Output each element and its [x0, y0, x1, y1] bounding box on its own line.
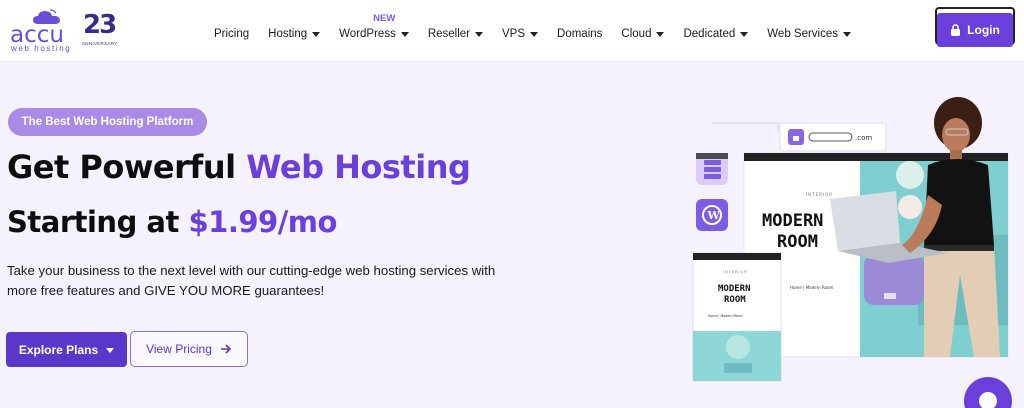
login-button-outline: Login: [935, 7, 1015, 47]
nav-item-reseller[interactable]: Reseller: [427, 28, 484, 40]
arrow-right-icon: [220, 344, 232, 354]
nav-item-cloud[interactable]: Cloud: [621, 28, 665, 40]
nav-label: Domains: [557, 28, 603, 40]
lock-icon: [951, 24, 961, 36]
hero-illustration: .com W INTERIOR MODERN ROOM Home | Moder…: [692, 97, 1009, 382]
site-title-line-1: MODERN: [762, 211, 823, 231]
nav-label: Hosting: [268, 28, 308, 40]
domain-suffix-text: .com: [855, 134, 872, 142]
caret-down-icon: [400, 32, 409, 37]
phone-breadcrumb: Home | Modern Room: [708, 314, 743, 318]
caret-down-icon: [740, 32, 749, 37]
nav-label: WordPress: [339, 28, 396, 40]
explore-plans-label: Explore Plans: [18, 342, 99, 357]
hero-subtitle: Starting at $1.99/mo: [7, 205, 337, 239]
caret-down-icon: [530, 32, 539, 37]
hero-subtitle-part: Starting at: [7, 205, 179, 239]
phone-title-line-2: ROOM: [724, 295, 746, 305]
caret-down-icon: [475, 32, 484, 37]
nav-label: Dedicated: [683, 28, 736, 40]
caret-down-icon: [312, 32, 321, 37]
logo[interactable]: accu web hosting 23 ANNIVERSARY: [8, 8, 120, 53]
hero-title: Get Powerful Web Hosting: [7, 148, 471, 186]
view-pricing-label: View Pricing: [146, 342, 212, 356]
site-small-label: INTERIOR: [806, 192, 833, 197]
phone-title-line-1: MODERN: [718, 284, 751, 294]
logo-subtitle: web hosting: [11, 44, 72, 53]
logo-anniversary-number: 23: [83, 10, 117, 40]
explore-plans-button[interactable]: Explore Plans: [6, 332, 127, 367]
site-header: accu web hosting 23 ANNIVERSARY Pricing …: [0, 0, 1024, 62]
caret-down-icon: [843, 32, 852, 37]
nav-item-hosting[interactable]: Hosting: [268, 28, 321, 40]
nav-label: VPS: [502, 28, 526, 40]
caret-down-icon: [656, 32, 665, 37]
svg-text:W: W: [707, 209, 721, 222]
nav-item-web-services[interactable]: Web Services: [767, 28, 852, 40]
hero-price: $1.99/mo: [188, 205, 337, 239]
hero-title-part: Get Powerful: [7, 148, 236, 186]
hero-title-accent: Web Hosting: [246, 148, 471, 186]
hero-description: Take your business to the next level wit…: [7, 263, 496, 298]
nav-item-pricing[interactable]: Pricing: [214, 28, 249, 40]
new-badge: NEW: [373, 13, 396, 24]
view-pricing-button[interactable]: View Pricing: [130, 331, 248, 367]
site-breadcrumb: Home | Modern Room: [790, 285, 833, 290]
nav-item-domains[interactable]: Domains: [557, 28, 602, 40]
caret-down-icon: [106, 347, 115, 353]
nav-item-dedicated[interactable]: Dedicated: [683, 28, 749, 40]
nav-label: Pricing: [214, 28, 250, 40]
nav-item-wordpress[interactable]: NEW WordPress: [339, 13, 409, 40]
nav-label: Reseller: [427, 28, 471, 40]
login-button[interactable]: Login: [937, 13, 1013, 47]
main-nav: Pricing Hosting NEW WordPress Reseller V…: [214, 13, 870, 40]
hero-pill-badge: The Best Web Hosting Platform: [8, 108, 207, 136]
nav-item-vps[interactable]: VPS: [502, 28, 539, 40]
login-label: Login: [967, 23, 1000, 37]
phone-small-label: INTERIOR: [723, 270, 748, 274]
nav-label: Cloud: [621, 28, 652, 40]
logo-anniversary-label: ANNIVERSARY: [82, 41, 118, 46]
site-title-line-2: ROOM: [777, 232, 818, 252]
nav-label: Web Services: [767, 28, 839, 40]
